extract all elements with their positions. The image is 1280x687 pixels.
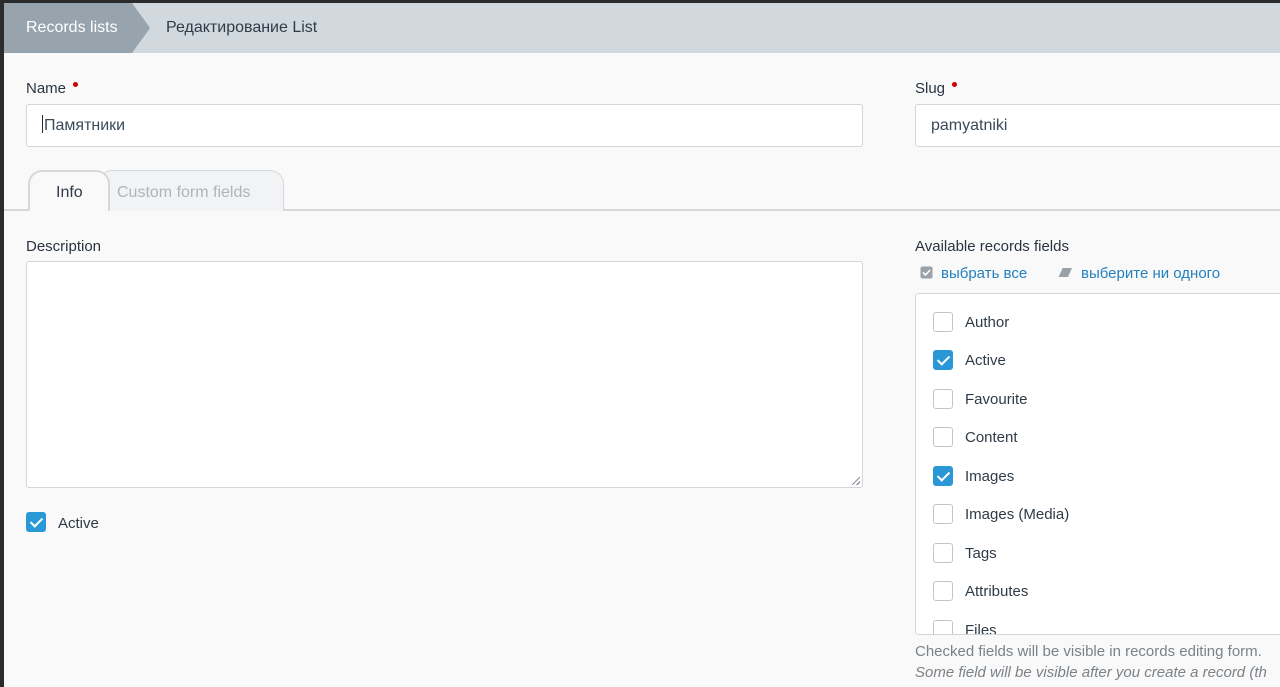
field-checkbox-content[interactable] [933, 427, 953, 447]
field-label: Active [965, 352, 1006, 369]
field-label: Favourite [965, 391, 1028, 408]
help-text-note: Some field will be visible after you cre… [915, 664, 1267, 681]
field-label: Images (Media) [965, 506, 1070, 523]
field-label: Attributes [965, 583, 1029, 600]
field-label: Author [965, 314, 1010, 331]
field-label: Tags [965, 545, 997, 562]
active-checkbox[interactable] [26, 512, 46, 532]
list-item[interactable]: Files [916, 612, 1280, 635]
resize-handle[interactable] [852, 477, 860, 485]
slug-input-value: pamyatniki [931, 117, 1008, 134]
required-indicator [952, 82, 958, 87]
required-indicator [73, 82, 79, 87]
field-checkbox-favourite[interactable] [933, 389, 953, 409]
list-item[interactable]: Favourite [916, 381, 1280, 419]
slug-label-text: Slug [915, 80, 946, 97]
breadcrumb-records-lists[interactable]: Records lists [4, 3, 150, 53]
slug-label: Slug [915, 80, 958, 97]
name-input-value: Памятники [44, 117, 126, 134]
field-checkbox-active[interactable] [933, 350, 953, 370]
slug-input[interactable]: pamyatniki [915, 104, 1280, 147]
field-checkbox-author[interactable] [933, 312, 953, 332]
select-all-link[interactable]: выбрать все [941, 265, 1027, 282]
list-item[interactable]: Content [916, 419, 1280, 457]
tab-custom-form-fields[interactable]: Custom form fields [98, 170, 284, 211]
list-item[interactable]: Active [916, 342, 1280, 380]
field-checkbox-files[interactable] [933, 620, 953, 634]
name-input[interactable]: Памятники [26, 104, 863, 147]
check-square-icon [920, 266, 933, 279]
list-item[interactable]: Images (Media) [916, 496, 1280, 534]
list-item[interactable]: Attributes [916, 573, 1280, 611]
breadcrumb-first-label: Records lists [26, 19, 118, 36]
field-label: Files [965, 622, 997, 635]
tab-custom-form-fields-label: Custom form fields [117, 184, 251, 201]
list-item[interactable]: Author [916, 304, 1280, 342]
page: Records lists Редактирование List Name П… [4, 3, 1280, 687]
description-textarea[interactable] [26, 261, 863, 488]
name-label: Name [26, 80, 79, 97]
field-checkbox-tags[interactable] [933, 543, 953, 563]
breadcrumb-current: Редактирование List [166, 19, 318, 36]
field-label: Images [965, 468, 1015, 485]
list-item[interactable]: Tags [916, 535, 1280, 573]
field-checkbox-images[interactable] [933, 466, 953, 486]
tab-info[interactable]: Info [28, 170, 110, 211]
field-label: Content [965, 429, 1018, 446]
name-label-text: Name [26, 80, 67, 97]
tab-info-label: Info [56, 184, 83, 201]
field-checkbox-attributes[interactable] [933, 581, 953, 601]
field-checkbox-images-media[interactable] [933, 504, 953, 524]
list-item[interactable]: Images [916, 458, 1280, 496]
breadcrumb: Records lists Редактирование List [4, 3, 1280, 53]
fields-list[interactable]: Author Active Favourite Content Images I… [915, 293, 1280, 635]
description-label: Description [26, 238, 102, 255]
available-fields-label: Available records fields [915, 238, 1069, 255]
eraser-icon [1057, 267, 1072, 278]
help-text: Checked fields will be visible in record… [915, 643, 1262, 660]
active-checkbox-label: Active [58, 515, 99, 532]
select-none-link[interactable]: выберите ни одного [1081, 265, 1220, 282]
text-caret [42, 115, 43, 134]
